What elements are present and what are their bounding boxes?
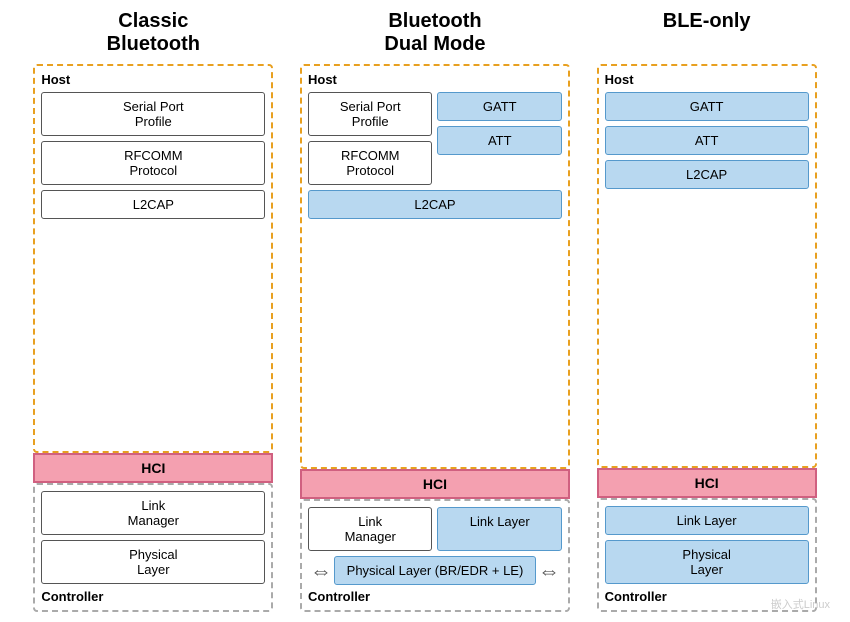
classic-controller-label: Controller [41, 589, 265, 604]
dual-title: BluetoothDual Mode [300, 10, 570, 56]
ble-hci: HCI [597, 468, 817, 498]
column-titles: ClassicBluetooth BluetoothDual Mode BLE-… [20, 10, 830, 56]
dual-physical-layer: Physical Layer (BR/EDR + LE) [334, 556, 536, 585]
dual-rfcomm: RFCOMMProtocol [308, 141, 433, 185]
classic-host-label: Host [41, 72, 265, 87]
dual-l2cap: L2CAP [308, 190, 562, 219]
ble-gatt: GATT [605, 92, 809, 121]
classic-serial-port-profile: Serial PortProfile [41, 92, 265, 136]
dual-controller-label: Controller [308, 589, 562, 604]
dual-controller-top-row: LinkManager Link Layer [308, 507, 562, 551]
classic-rfcomm: RFCOMMProtocol [41, 141, 265, 185]
classic-l2cap: L2CAP [41, 190, 265, 219]
classic-column: Host Serial PortProfile RFCOMMProtocol L… [33, 64, 273, 612]
dual-controller-box: LinkManager Link Layer ⇔ Physical Layer … [300, 499, 570, 612]
classic-physical-layer: PhysicalLayer [41, 540, 265, 584]
dual-link-layer: Link Layer [437, 507, 562, 551]
dual-host-left: Serial PortProfile RFCOMMProtocol [308, 92, 433, 190]
dual-serial-port-profile: Serial PortProfile [308, 92, 433, 136]
dual-att: ATT [437, 126, 562, 155]
classic-title: ClassicBluetooth [33, 10, 273, 56]
classic-hci: HCI [33, 453, 273, 483]
ble-host-box: Host GATT ATT L2CAP [597, 64, 817, 468]
ble-physical-layer: PhysicalLayer [605, 540, 809, 584]
classic-link-manager: LinkManager [41, 491, 265, 535]
left-arrow: ⇔ [308, 558, 334, 584]
dual-gatt: GATT [437, 92, 562, 121]
dual-host-top-row: Serial PortProfile RFCOMMProtocol GATT A… [308, 92, 562, 190]
classic-controller-box: LinkManager PhysicalLayer Controller [33, 483, 273, 612]
dual-hci: HCI [300, 469, 570, 499]
ble-title: BLE-only [597, 10, 817, 56]
right-arrow: ⇔ [536, 558, 562, 584]
dual-host-label: Host [308, 72, 562, 87]
dual-physical-row: ⇔ Physical Layer (BR/EDR + LE) ⇔ [308, 556, 562, 585]
ble-host-label: Host [605, 72, 809, 87]
ble-l2cap: L2CAP [605, 160, 809, 189]
diagram: Host Serial PortProfile RFCOMMProtocol L… [20, 64, 830, 612]
classic-host-box: Host Serial PortProfile RFCOMMProtocol L… [33, 64, 273, 453]
ble-column: Host GATT ATT L2CAP HCI Link Layer Physi… [597, 64, 817, 612]
watermark: 嵌入式Linux [771, 596, 830, 612]
dual-host-box: Host Serial PortProfile RFCOMMProtocol G… [300, 64, 570, 469]
dual-host-right: GATT ATT [437, 92, 562, 190]
ble-controller-box: Link Layer PhysicalLayer Controller [597, 498, 817, 612]
dual-column: Host Serial PortProfile RFCOMMProtocol G… [300, 64, 570, 612]
ble-link-layer: Link Layer [605, 506, 809, 535]
ble-att: ATT [605, 126, 809, 155]
dual-link-manager: LinkManager [308, 507, 433, 551]
